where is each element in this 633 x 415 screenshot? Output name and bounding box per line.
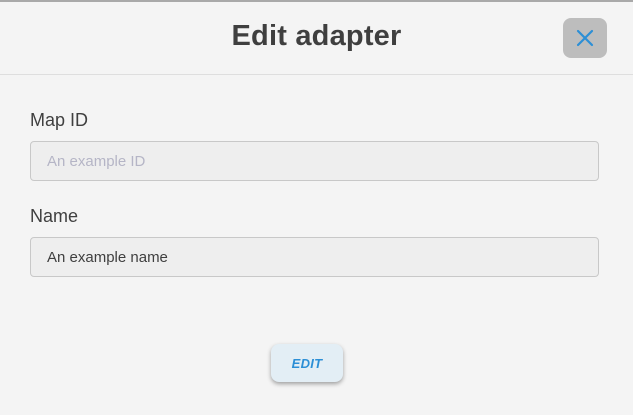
dialog-header: Edit adapter <box>0 2 633 75</box>
close-button[interactable] <box>563 18 607 58</box>
edit-button[interactable]: EDIT <box>271 344 343 382</box>
map-id-label: Map ID <box>30 110 89 130</box>
map-id-input[interactable] <box>30 141 599 181</box>
name-label: Name <box>30 206 79 226</box>
close-icon <box>576 29 594 47</box>
edit-adapter-dialog: Edit adapter Map ID Name EDIT <box>0 0 633 415</box>
dialog-title: Edit adapter <box>231 20 402 52</box>
name-input[interactable] <box>30 237 599 277</box>
